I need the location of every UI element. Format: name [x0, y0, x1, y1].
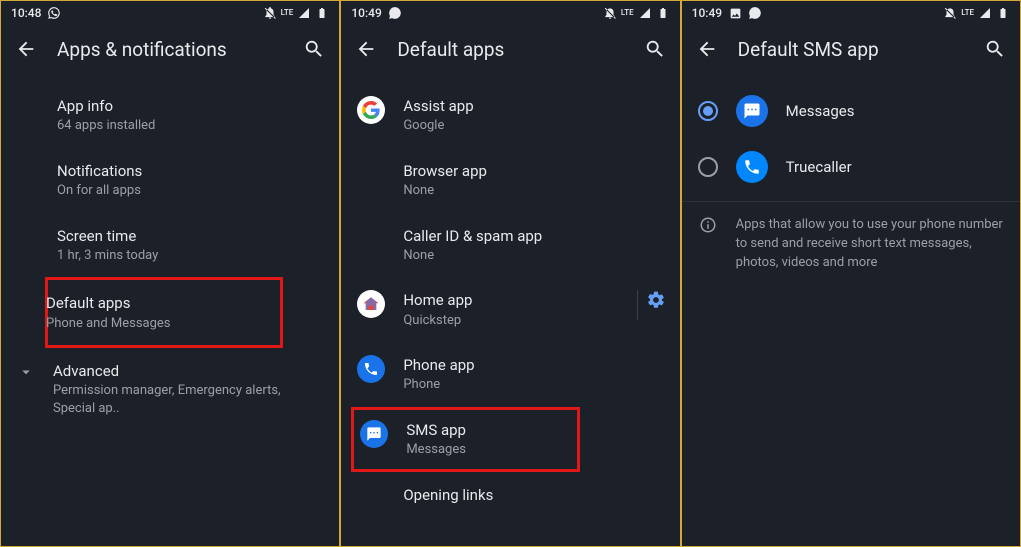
item-sms-app[interactable]: SMS app Messages — [354, 410, 576, 469]
topbar: Apps & notifications — [1, 25, 339, 73]
search-icon[interactable] — [644, 38, 666, 60]
lte-label: LTE — [621, 9, 634, 17]
dnd-icon — [943, 6, 957, 20]
status-bar: 10:48 LTE — [1, 1, 339, 25]
item-opening-links[interactable]: Opening links — [341, 472, 679, 526]
content: App info 64 apps installed Notifications… — [1, 73, 339, 546]
item-title: Notifications — [57, 161, 323, 181]
status-bar: 10:49 LTE — [341, 1, 679, 25]
item-title: Screen time — [57, 226, 323, 246]
dnd-icon — [603, 6, 617, 20]
item-title: Opening links — [403, 485, 663, 505]
radio-button[interactable] — [698, 157, 718, 177]
battery-icon — [656, 6, 670, 20]
page-title: Default SMS app — [738, 38, 964, 61]
status-bar: 10:49 LTE — [682, 1, 1020, 25]
battery-icon — [315, 6, 329, 20]
item-phone-app[interactable]: Phone app Phone — [341, 342, 679, 407]
item-sub: None — [403, 247, 663, 265]
status-time: 10:48 — [11, 6, 41, 20]
divider — [637, 290, 638, 320]
item-sub: On for all apps — [57, 182, 323, 200]
messages-icon — [736, 95, 768, 127]
back-icon[interactable] — [15, 38, 37, 60]
signal-icon — [978, 6, 992, 20]
item-sub: Permission manager, Emergency alerts, Sp… — [53, 382, 323, 417]
item-title: App info — [57, 96, 323, 116]
item-home-app[interactable]: Home app Quickstep — [341, 277, 679, 342]
item-title: Home app — [403, 290, 663, 310]
item-sub: Phone — [403, 376, 663, 394]
phone-apps-notifications: 10:48 LTE Apps & notifications App info … — [0, 0, 340, 547]
highlight-sms-app: SMS app Messages — [351, 407, 579, 472]
phone-default-sms-app: 10:49 LTE Default SMS app Messages — [681, 0, 1021, 547]
phone-default-apps: 10:49 LTE Default apps Assist app — [340, 0, 680, 547]
signal-icon — [297, 6, 311, 20]
radio-truecaller[interactable]: Truecaller — [682, 139, 1020, 195]
info-text: Apps that allow you to use your phone nu… — [736, 216, 1004, 273]
whatsapp-icon — [388, 6, 402, 20]
google-icon — [357, 96, 385, 124]
search-icon[interactable] — [303, 38, 325, 60]
home-icon — [357, 290, 385, 318]
highlight-default-apps: Default apps Phone and Messages — [45, 277, 283, 348]
whatsapp-icon — [47, 6, 61, 20]
status-time: 10:49 — [351, 6, 381, 20]
battery-icon — [996, 6, 1010, 20]
dnd-icon — [263, 6, 277, 20]
info-icon — [699, 216, 717, 273]
page-title: Apps & notifications — [57, 38, 283, 61]
image-icon — [728, 6, 742, 20]
content: Assist app Google Browser app None Calle… — [341, 73, 679, 546]
item-title: Browser app — [403, 161, 663, 181]
item-title: Advanced — [53, 361, 323, 381]
item-default-apps[interactable]: Default apps Phone and Messages — [36, 280, 280, 345]
item-notifications[interactable]: Notifications On for all apps — [1, 148, 339, 213]
messages-icon — [360, 420, 388, 448]
back-icon[interactable] — [355, 38, 377, 60]
chevron-down-icon — [17, 363, 35, 385]
whatsapp-icon — [748, 6, 762, 20]
lte-label: LTE — [961, 9, 974, 17]
item-title: Assist app — [403, 96, 663, 116]
item-app-info[interactable]: App info 64 apps installed — [1, 83, 339, 148]
item-sub: Quickstep — [403, 312, 663, 330]
item-sub: Phone and Messages — [46, 315, 264, 333]
gear-icon[interactable] — [646, 290, 666, 310]
phone-icon — [357, 355, 385, 383]
status-time: 10:49 — [692, 6, 722, 20]
item-sub: Google — [403, 117, 663, 135]
item-sub: Messages — [406, 441, 570, 459]
lte-label: LTE — [281, 9, 294, 17]
item-title: Caller ID & spam app — [403, 226, 663, 246]
item-browser-app[interactable]: Browser app None — [341, 148, 679, 213]
signal-icon — [638, 6, 652, 20]
content: Messages Truecaller Apps that allow you … — [682, 73, 1020, 546]
topbar: Default SMS app — [682, 25, 1020, 73]
item-screen-time[interactable]: Screen time 1 hr, 3 mins today — [1, 213, 339, 278]
topbar: Default apps — [341, 25, 679, 73]
page-title: Default apps — [397, 38, 623, 61]
back-icon[interactable] — [696, 38, 718, 60]
item-title: Phone app — [403, 355, 663, 375]
radio-button[interactable] — [698, 101, 718, 121]
info-block: Apps that allow you to use your phone nu… — [682, 201, 1020, 287]
truecaller-icon — [736, 151, 768, 183]
item-title: SMS app — [406, 420, 570, 440]
item-advanced[interactable]: Advanced Permission manager, Emergency a… — [1, 348, 339, 430]
item-title: Default apps — [46, 293, 264, 313]
item-sub: 64 apps installed — [57, 117, 323, 135]
radio-messages[interactable]: Messages — [682, 83, 1020, 139]
item-sub: None — [403, 182, 663, 200]
item-assist-app[interactable]: Assist app Google — [341, 83, 679, 148]
radio-label: Messages — [786, 102, 855, 120]
item-sub: 1 hr, 3 mins today — [57, 247, 323, 265]
radio-label: Truecaller — [786, 158, 852, 176]
search-icon[interactable] — [984, 38, 1006, 60]
item-caller-id-app[interactable]: Caller ID & spam app None — [341, 213, 679, 278]
